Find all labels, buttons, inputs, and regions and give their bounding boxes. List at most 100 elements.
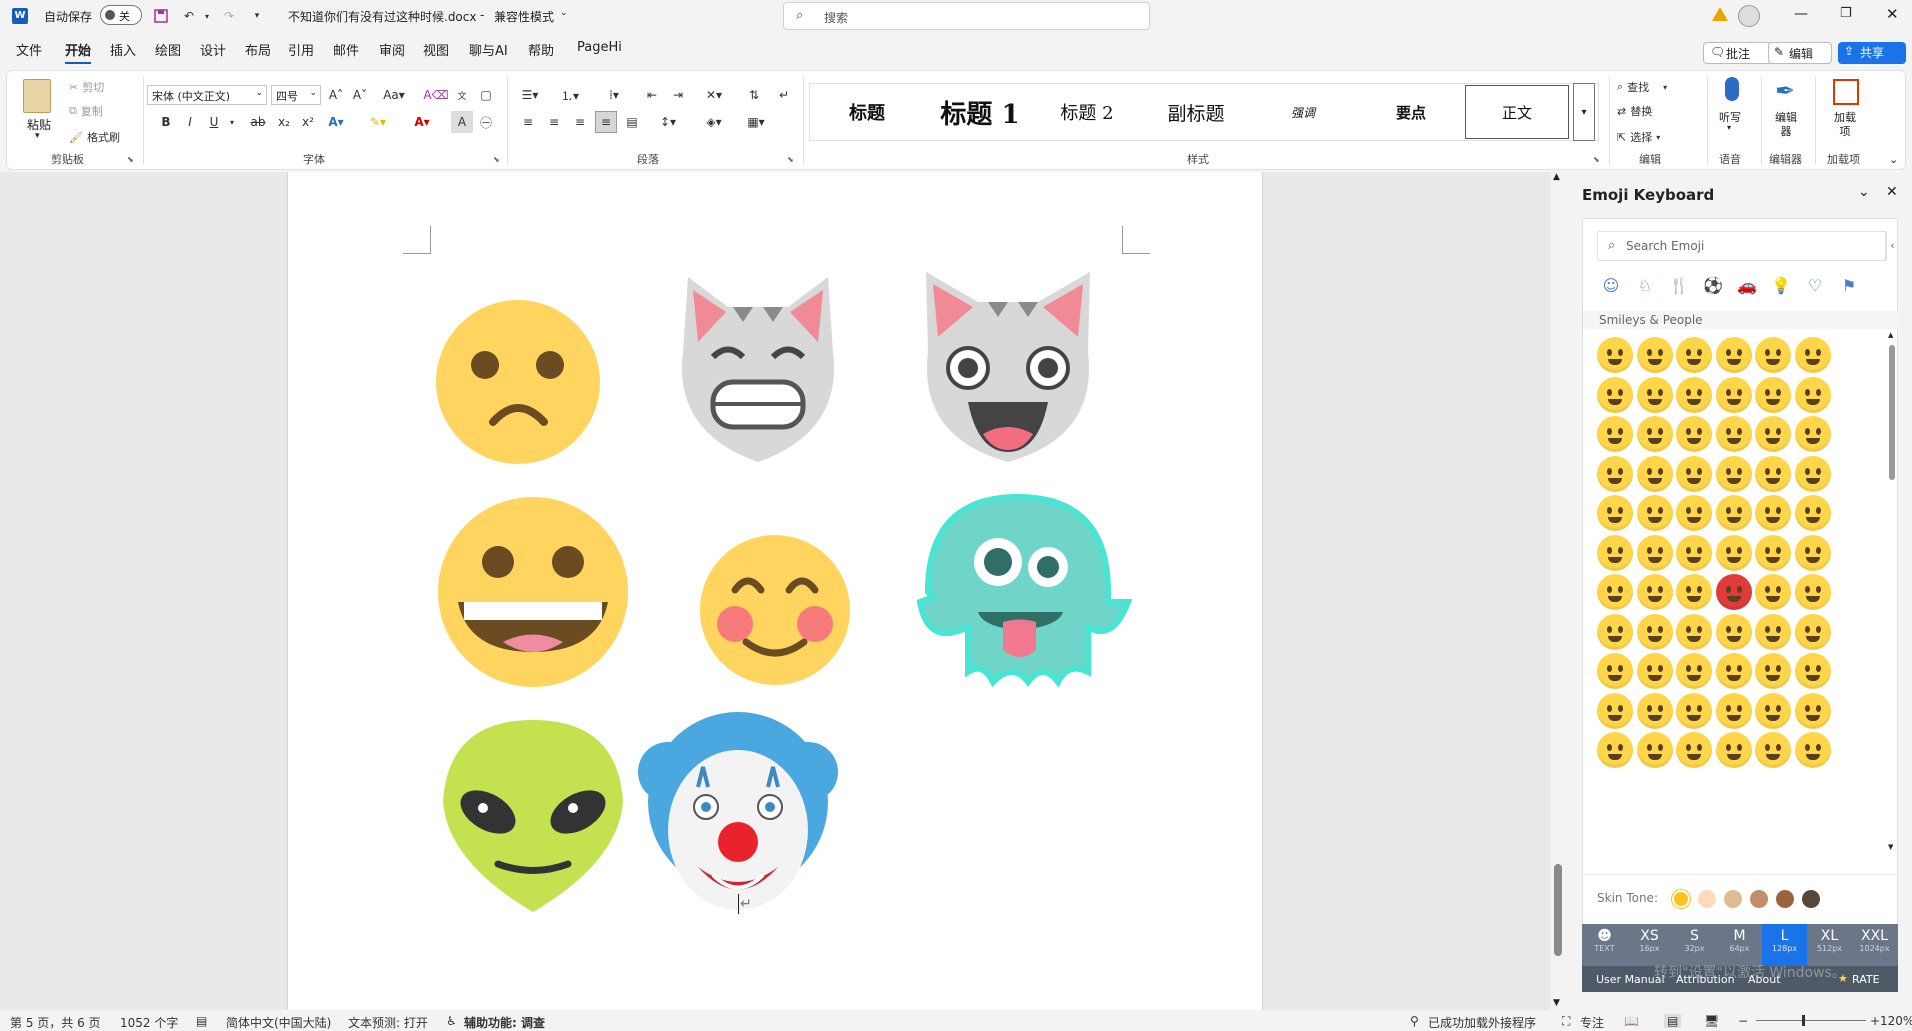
emoji-tile[interactable] <box>1676 534 1712 571</box>
justify-icon[interactable]: ≡ <box>595 111 617 133</box>
smiley-category-icon[interactable]: ☺ <box>1599 273 1623 297</box>
emoji-tile[interactable] <box>1794 732 1831 768</box>
tab-review[interactable]: 审阅 <box>379 40 405 59</box>
rate-link[interactable]: RATE <box>1852 973 1880 986</box>
replace-button[interactable]: ⇄ 替换 <box>1617 103 1652 119</box>
accessibility-status[interactable]: 辅助功能: 调查 <box>464 1014 545 1031</box>
find-button[interactable]: ⌕ 查找 ▾ <box>1617 79 1667 95</box>
phonetic-guide-icon[interactable]: 文 <box>451 84 473 106</box>
tab-pagehi[interactable]: PageHi <box>577 40 622 55</box>
grow-font-icon[interactable]: A˄ <box>325 84 347 106</box>
emoji-tile[interactable] <box>1715 376 1752 413</box>
pane-options-icon[interactable]: ⌄ <box>1858 184 1870 200</box>
font-name-combo[interactable]: 宋体 (中文正文) ⌄ <box>147 85 267 105</box>
highlight-icon[interactable]: ✎▾ <box>367 111 389 133</box>
align-left-icon[interactable]: ≡ <box>517 111 539 133</box>
emoji-tile[interactable] <box>1794 534 1831 571</box>
emoji-tile[interactable] <box>1597 534 1633 571</box>
emoji-tile[interactable] <box>1755 376 1791 413</box>
comments-button[interactable]: 🗨 批注 <box>1703 42 1772 64</box>
distributed-icon[interactable]: ▤ <box>621 111 643 133</box>
dialog-launcher-icon[interactable]: ⬊ <box>493 155 500 164</box>
copy-button[interactable]: ⧉ 复制 <box>69 103 103 119</box>
zoom-level[interactable]: 120% <box>1880 1014 1912 1028</box>
text-prediction[interactable]: 文本预测: 打开 <box>348 1014 428 1031</box>
enclose-char-icon[interactable]: ㊀ <box>475 111 497 133</box>
minimize-icon[interactable]: — <box>1794 6 1808 22</box>
emoji-tile[interactable] <box>1755 653 1791 689</box>
language[interactable]: 简体中文(中国大陆) <box>226 1014 331 1031</box>
microphone-icon[interactable] <box>1725 77 1739 101</box>
addins-icon[interactable] <box>1833 79 1859 105</box>
superscript-icon[interactable]: x² <box>297 111 319 133</box>
font-color-icon[interactable]: A▾ <box>411 111 433 133</box>
emoji-tile[interactable] <box>1676 653 1712 689</box>
save-icon[interactable] <box>150 5 172 27</box>
size-m-button[interactable]: M 64px <box>1717 924 1762 966</box>
emoji-tile[interactable] <box>1597 455 1633 492</box>
addins-label[interactable]: 加载项 <box>1829 111 1861 139</box>
restore-icon[interactable]: ❐ <box>1840 6 1852 21</box>
tab-references[interactable]: 引用 <box>288 40 314 59</box>
emoji-tile[interactable] <box>1755 613 1791 650</box>
chevron-down-icon[interactable]: ⌄ <box>560 8 568 18</box>
style-strong[interactable]: 要点 <box>1359 83 1463 141</box>
emoji-scrollbar[interactable]: ▲ ▼ <box>1887 331 1897 856</box>
paste-chevron-icon[interactable]: ▾ <box>35 131 40 141</box>
activity-category-icon[interactable]: ⚽ <box>1701 273 1725 297</box>
proofing-icon[interactable]: ▤ <box>196 1014 207 1028</box>
emoji-tile[interactable] <box>1755 416 1791 452</box>
emoji-tile[interactable] <box>1676 692 1712 729</box>
bullets-icon[interactable]: ☰▾ <box>513 84 547 106</box>
style-title[interactable]: 标题 <box>817 83 917 141</box>
size-xxl-button[interactable]: XXL 1024px <box>1852 924 1897 966</box>
tab-insert[interactable]: 插入 <box>110 40 136 59</box>
tab-layout[interactable]: 布局 <box>245 40 271 59</box>
emoji-tile[interactable] <box>1715 692 1752 729</box>
emoji-tile[interactable] <box>1636 613 1673 650</box>
dialog-launcher-icon[interactable]: ⬊ <box>1593 155 1600 164</box>
editor-icon[interactable]: ✒ <box>1775 77 1801 105</box>
skin-tone-medium[interactable] <box>1750 890 1768 908</box>
numbering-icon[interactable]: ⒈▾ <box>553 84 587 106</box>
style-heading-1[interactable]: 标题 1 <box>925 83 1035 141</box>
emoji-tile[interactable] <box>1636 574 1673 610</box>
travel-category-icon[interactable]: 🚗 <box>1735 273 1759 297</box>
emoji-tile[interactable] <box>1676 613 1712 650</box>
emoji-search-input[interactable]: ⌕ Search Emoji <box>1597 231 1887 261</box>
avatar[interactable] <box>1738 5 1760 27</box>
emoji-tile[interactable] <box>1715 416 1752 452</box>
document-scrollbar[interactable]: ▲ ▼ <box>1550 172 1566 1010</box>
undo-dropdown-icon[interactable]: ▾ <box>196 5 218 27</box>
emoji-tile[interactable] <box>1676 416 1712 452</box>
emoji-tile[interactable] <box>1597 613 1633 650</box>
emoji-tile[interactable] <box>1755 534 1791 571</box>
food-category-icon[interactable]: 🍴 <box>1667 273 1691 297</box>
focus-mode[interactable]: 专注 <box>1580 1014 1604 1031</box>
dialog-launcher-icon[interactable]: ⬊ <box>127 155 134 164</box>
skin-tone-light[interactable] <box>1698 890 1716 908</box>
emoji-tile[interactable] <box>1794 495 1831 531</box>
emoji-tile[interactable] <box>1715 574 1752 610</box>
emoji-tile[interactable] <box>1597 495 1633 531</box>
skin-tone-dark[interactable] <box>1802 890 1820 908</box>
emoji-tile[interactable] <box>1755 455 1791 492</box>
style-subtitle[interactable]: 副标题 <box>1141 83 1251 141</box>
emoji-tile[interactable] <box>1636 653 1673 689</box>
emoji-tile[interactable] <box>1755 732 1791 768</box>
strikethrough-icon[interactable]: ab <box>247 111 269 133</box>
tab-mailings[interactable]: 邮件 <box>333 40 359 59</box>
styles-more-icon[interactable]: ▾ <box>1573 83 1595 141</box>
emoji-tile[interactable] <box>1794 337 1831 373</box>
size-xs-button[interactable]: XS 16px <box>1627 924 1672 966</box>
clear-format-icon[interactable]: A⌫ <box>423 84 448 106</box>
warning-icon[interactable] <box>1712 7 1728 21</box>
skin-tone-default[interactable] <box>1672 890 1690 908</box>
emoji-scroll-thumb[interactable] <box>1889 345 1895 480</box>
size-text-button[interactable]: ☻ TEXT <box>1582 924 1627 966</box>
page-count[interactable]: 第 5 页，共 6 页 <box>10 1014 101 1031</box>
emoji-tile[interactable] <box>1597 732 1633 768</box>
char-shading-icon[interactable]: A <box>451 111 473 133</box>
emoji-tile[interactable] <box>1597 653 1633 689</box>
shrink-font-icon[interactable]: A˅ <box>349 84 371 106</box>
